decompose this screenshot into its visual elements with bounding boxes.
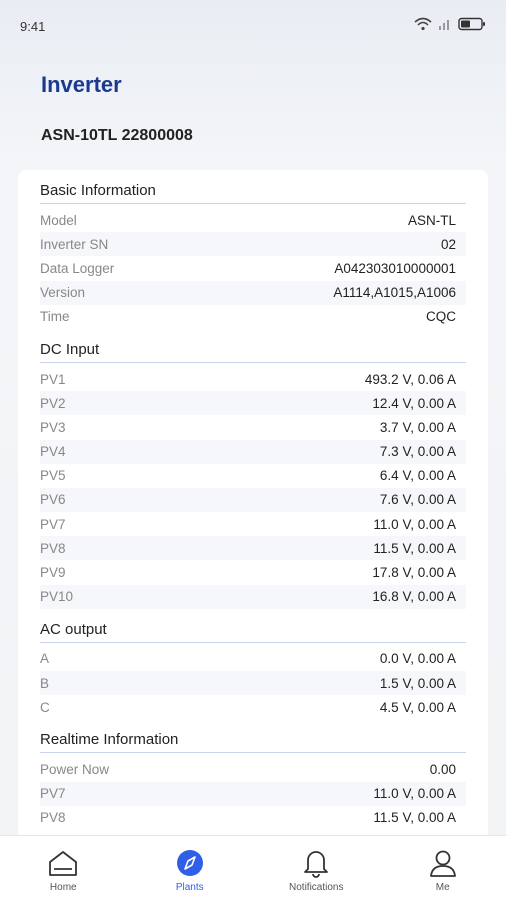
realtime-row-power-now: Power Now 0.00 [40,757,466,781]
row-label: PV9 [40,565,66,581]
user-icon [426,848,460,878]
section-ac-output: AC output A 0.0 V, 0.00 A B 1.5 V, 0.00 A … [40,609,466,720]
row-label: PV3 [40,419,66,435]
row-label: PV6 [40,492,66,508]
row-value: 11.0 V, 0.00 A [373,786,456,802]
row-label: Data Logger [40,260,115,276]
bell-icon [299,848,333,878]
tab-plants[interactable]: Plants [135,848,245,893]
row-label: Time [40,309,70,325]
row-value: 7.3 V, 0.00 A [379,444,456,460]
wifi-icon [414,17,432,36]
inverter-details-card: Basic Information Model ASN-TL Inverter S… [18,170,488,840]
row-value: ASN-TL [407,212,456,228]
status-icons [414,17,486,36]
row-value: 11.5 V, 0.00 A [373,810,456,826]
row-value: 1.5 V, 0.00 A [379,675,456,691]
row-value: CQC [426,309,456,325]
row-value: 7.6 V, 0.00 A [379,492,456,508]
row-value: 11.0 V, 0.00 A [373,516,456,532]
dc-row-pv10: PV10 16.8 V, 0.00 A [40,584,466,609]
dc-row-pv1: PV1 493.2 V, 0.06 A [40,367,466,391]
ac-row-c: C 4.5 V, 0.00 A [40,695,466,719]
row-value: 12.4 V, 0.00 A [372,395,456,411]
row-value: 02 [440,236,456,252]
tab-label: Notifications [289,882,344,893]
info-row-data-logger: Data Logger A042303010000001 [40,256,466,280]
row-label: Inverter SN [40,236,109,252]
dc-row-pv5: PV5 6.4 V, 0.00 A [40,464,466,488]
ac-row-b: B 1.5 V, 0.00 A [40,671,466,696]
dc-row-pv7: PV7 11.0 V, 0.00 A [40,512,466,536]
bottom-tab-bar: Home Plants Notifications Me [0,835,506,900]
row-value: 6.4 V, 0.00 A [379,468,456,484]
tab-label: Home [49,882,77,893]
ac-row-a: A 0.0 V, 0.00 A [40,647,466,671]
row-value: 4.5 V, 0.00 A [379,699,456,715]
section-basic-information: Basic Information Model ASN-TL Inverter S… [40,170,466,329]
row-label: PV8 [40,540,66,556]
page-title: Inverter [41,72,122,97]
dc-row-pv2: PV2 12.4 V, 0.00 A [40,391,466,416]
row-label: PV7 [40,516,66,532]
row-value: 17.8 V, 0.00 A [372,565,456,581]
info-row-inverter-sn: Inverter SN 02 [40,232,466,257]
row-value: 0.0 V, 0.00 A [379,651,456,667]
realtime-row-pv7: PV7 11.0 V, 0.00 A [40,781,466,806]
info-row-time: Time CQC [40,305,466,329]
section-title: Realtime Information [40,719,466,754]
signal-icon [438,17,452,36]
row-label: PV4 [40,444,66,460]
section-title: Basic Information [40,170,466,204]
info-row-version: Version A1114,A1015,A1006 [40,280,466,305]
realtime-row-pv8: PV8 11.5 V, 0.00 A [40,806,466,830]
dc-row-pv9: PV9 17.8 V, 0.00 A [40,560,466,584]
dc-row-pv3: PV3 3.7 V, 0.00 A [40,415,466,439]
dc-row-pv4: PV4 7.3 V, 0.00 A [40,439,466,464]
section-dc-input: DC Input PV1 493.2 V, 0.06 A PV2 12.4 V, 0… [40,329,466,609]
row-label: Version [40,285,86,301]
info-row-model: Model ASN-TL [40,208,466,232]
tab-home[interactable]: Home [8,848,118,893]
home-icon [46,848,80,878]
tab-me[interactable]: Me [388,848,498,893]
tab-label: Plants [175,882,204,893]
row-label: C [40,699,50,715]
row-value: 493.2 V, 0.06 A [364,371,456,387]
row-value: A042303010000001 [334,260,456,276]
row-value: 3.7 V, 0.00 A [379,419,456,435]
section-title: AC output [40,609,466,643]
row-value: 0.00 [429,761,456,777]
dc-row-pv8: PV8 11.5 V, 0.00 A [40,536,466,561]
row-value: 16.8 V, 0.00 A [372,589,456,605]
dc-row-pv6: PV6 7.6 V, 0.00 A [40,487,466,513]
row-label: Power Now [40,761,110,777]
status-time: 9:41 [20,18,46,34]
compass-icon [173,848,207,878]
row-value: 11.5 V, 0.00 A [373,540,456,556]
row-label: PV7 [40,786,66,802]
row-label: PV2 [40,395,66,411]
row-label: PV10 [40,589,74,605]
row-label: PV5 [40,468,66,484]
row-label: PV1 [40,371,66,387]
tab-notifications[interactable]: Notifications [261,848,371,893]
row-label: A [40,651,50,667]
device-id: ASN-10TL 22800008 [41,127,193,144]
battery-icon [458,17,486,36]
section-title: DC Input [40,329,466,363]
row-label: Model [40,212,77,228]
tab-label: Me [435,882,450,893]
section-realtime-information: Realtime Information Power Now 0.00 PV7 11… [40,719,466,830]
status-bar: 9:41 [0,0,506,52]
row-label: PV8 [40,810,66,826]
row-value: A1114,A1015,A1006 [333,285,456,301]
row-label: B [40,675,50,691]
